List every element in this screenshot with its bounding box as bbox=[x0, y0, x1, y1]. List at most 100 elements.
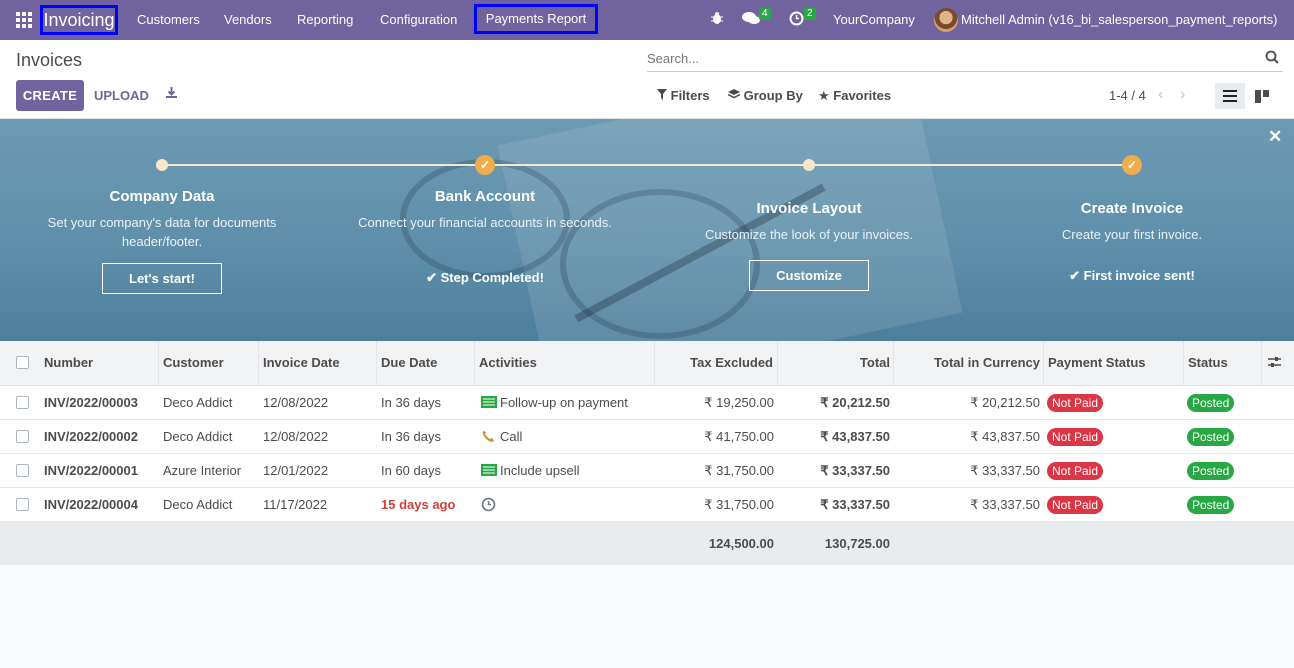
status-badge: Posted bbox=[1187, 496, 1235, 514]
row-checkbox[interactable] bbox=[16, 396, 29, 409]
company-switcher[interactable]: YourCompany bbox=[833, 12, 915, 27]
col-number[interactable]: Number bbox=[44, 355, 93, 370]
step-completed-label: Step Completed! bbox=[440, 270, 544, 285]
column-divider[interactable] bbox=[1183, 341, 1184, 386]
table-row[interactable]: INV/2022/00001 Azure Interior 12/01/2022… bbox=[0, 454, 1294, 488]
groupby-label: Group By bbox=[743, 88, 803, 103]
step-3-dot bbox=[803, 159, 815, 171]
step-description: Connect your financial accounts in secon… bbox=[358, 215, 612, 230]
sum-total: 130,725.00 bbox=[824, 536, 890, 551]
groupby-dropdown[interactable]: Group By bbox=[727, 88, 803, 103]
step-description: Set your company's data for documents he… bbox=[47, 215, 277, 249]
app-brand-invoicing[interactable]: Invoicing bbox=[40, 5, 118, 35]
step-description: Create your first invoice. bbox=[1061, 227, 1203, 242]
money-icon[interactable] bbox=[481, 396, 497, 408]
money-icon[interactable] bbox=[481, 464, 497, 476]
column-divider[interactable] bbox=[893, 341, 894, 386]
clock-icon[interactable] bbox=[481, 497, 497, 512]
row-checkbox[interactable] bbox=[16, 464, 29, 477]
lets-start-button[interactable]: Let's start! bbox=[102, 263, 222, 294]
user-avatar[interactable] bbox=[934, 8, 958, 32]
cell-total: ₹ 33,337.50 bbox=[820, 497, 890, 512]
messages-chat-icon[interactable] bbox=[742, 11, 760, 29]
payment-status-badge: Not Paid bbox=[1047, 394, 1104, 412]
kanban-view-icon bbox=[1255, 89, 1269, 103]
col-activities[interactable]: Activities bbox=[479, 355, 537, 370]
activities-clock-icon[interactable] bbox=[789, 11, 804, 29]
col-tax-excluded[interactable]: Tax Excluded bbox=[690, 355, 773, 370]
col-total[interactable]: Total bbox=[860, 355, 890, 370]
table-row[interactable]: INV/2022/00003 Deco Addict 12/08/2022 In… bbox=[0, 386, 1294, 420]
cell-number: INV/2022/00001 bbox=[44, 463, 138, 478]
cell-total-currency: ₹ 20,212.50 bbox=[970, 395, 1040, 410]
row-checkbox[interactable] bbox=[16, 498, 29, 511]
cell-tax-excluded: ₹ 31,750.00 bbox=[704, 463, 774, 478]
cell-activity[interactable]: Include upsell bbox=[500, 463, 580, 478]
cell-total-currency: ₹ 43,837.50 bbox=[970, 429, 1040, 444]
pager-value[interactable]: 1-4 / 4 bbox=[1109, 88, 1146, 103]
optional-columns-toggle-icon[interactable] bbox=[1268, 356, 1281, 371]
phone-icon[interactable] bbox=[481, 430, 497, 442]
cell-customer: Azure Interior bbox=[163, 463, 242, 478]
column-divider[interactable] bbox=[158, 341, 159, 386]
column-divider[interactable] bbox=[777, 341, 778, 386]
customize-button[interactable]: Customize bbox=[749, 260, 869, 291]
table-row[interactable]: INV/2022/00004 Deco Addict 11/17/2022 15… bbox=[0, 488, 1294, 522]
checkmark-icon: ✔ bbox=[1069, 268, 1081, 283]
search-input[interactable] bbox=[647, 46, 1247, 70]
step-1-dot bbox=[156, 159, 168, 171]
pager-next-icon[interactable]: › bbox=[1180, 86, 1185, 104]
apps-menu-icon[interactable] bbox=[16, 12, 32, 28]
list-view-button[interactable] bbox=[1215, 83, 1245, 109]
top-navbar: Invoicing Customers Vendors Reporting Co… bbox=[0, 0, 1294, 40]
cell-invoice-date: 12/08/2022 bbox=[263, 395, 329, 410]
pager-prev-icon[interactable]: ‹ bbox=[1158, 86, 1163, 104]
layers-icon bbox=[727, 88, 744, 103]
search-icon[interactable] bbox=[1265, 50, 1279, 64]
column-divider[interactable] bbox=[1261, 341, 1262, 386]
table-header: Number Customer Invoice Date Due Date Ac… bbox=[0, 341, 1294, 386]
first-invoice-sent-label: First invoice sent! bbox=[1083, 268, 1195, 283]
row-checkbox[interactable] bbox=[16, 430, 29, 443]
column-divider[interactable] bbox=[474, 341, 475, 386]
user-menu[interactable]: Mitchell Admin (v16_bi_salesperson_payme… bbox=[961, 12, 1278, 27]
cell-due-date: In 60 days bbox=[381, 463, 441, 478]
cell-activity[interactable]: Call bbox=[500, 429, 522, 444]
select-all-checkbox[interactable] bbox=[16, 356, 29, 369]
kanban-view-button[interactable] bbox=[1247, 83, 1277, 109]
cell-activity[interactable]: Follow-up on payment bbox=[500, 395, 628, 410]
favorites-dropdown[interactable]: ★ Favorites bbox=[818, 88, 891, 104]
cell-due-date-overdue: 15 days ago bbox=[381, 497, 456, 512]
filters-dropdown[interactable]: Filters bbox=[657, 88, 710, 103]
menu-customers[interactable]: Customers bbox=[137, 12, 200, 27]
debug-bug-icon[interactable] bbox=[710, 11, 724, 28]
col-payment-status[interactable]: Payment Status bbox=[1048, 355, 1146, 370]
menu-vendors[interactable]: Vendors bbox=[224, 12, 272, 27]
menu-configuration[interactable]: Configuration bbox=[380, 12, 457, 27]
download-icon[interactable] bbox=[165, 86, 179, 100]
cell-customer: Deco Addict bbox=[163, 395, 233, 410]
step-company-data: Company Data Set your company's data for… bbox=[32, 188, 292, 251]
column-divider[interactable] bbox=[376, 341, 377, 386]
col-status[interactable]: Status bbox=[1188, 355, 1228, 370]
menu-payments-report[interactable]: Payments Report bbox=[474, 4, 598, 34]
first-invoice-sent-status: ✔ First invoice sent! bbox=[1032, 268, 1232, 284]
close-banner-icon[interactable]: ✕ bbox=[1268, 127, 1282, 147]
page-title: Invoices bbox=[16, 50, 83, 70]
col-invoice-date[interactable]: Invoice Date bbox=[263, 355, 340, 370]
step-2-check-icon: ✓ bbox=[475, 155, 495, 175]
column-divider[interactable] bbox=[258, 341, 259, 386]
col-customer[interactable]: Customer bbox=[163, 355, 224, 370]
status-badge: Posted bbox=[1187, 462, 1235, 480]
column-divider[interactable] bbox=[654, 341, 655, 386]
table-row[interactable]: INV/2022/00002 Deco Addict 12/08/2022 In… bbox=[0, 420, 1294, 454]
cell-due-date: In 36 days bbox=[381, 429, 441, 444]
col-total-currency[interactable]: Total in Currency bbox=[934, 355, 1040, 370]
upload-button[interactable]: UPLOAD bbox=[94, 88, 149, 103]
step-title: Company Data bbox=[109, 188, 215, 205]
column-divider[interactable] bbox=[1043, 341, 1044, 386]
status-badge: Posted bbox=[1187, 394, 1235, 412]
menu-reporting[interactable]: Reporting bbox=[297, 12, 353, 27]
col-due-date[interactable]: Due Date bbox=[381, 355, 437, 370]
create-button[interactable]: CREATE bbox=[16, 80, 84, 111]
